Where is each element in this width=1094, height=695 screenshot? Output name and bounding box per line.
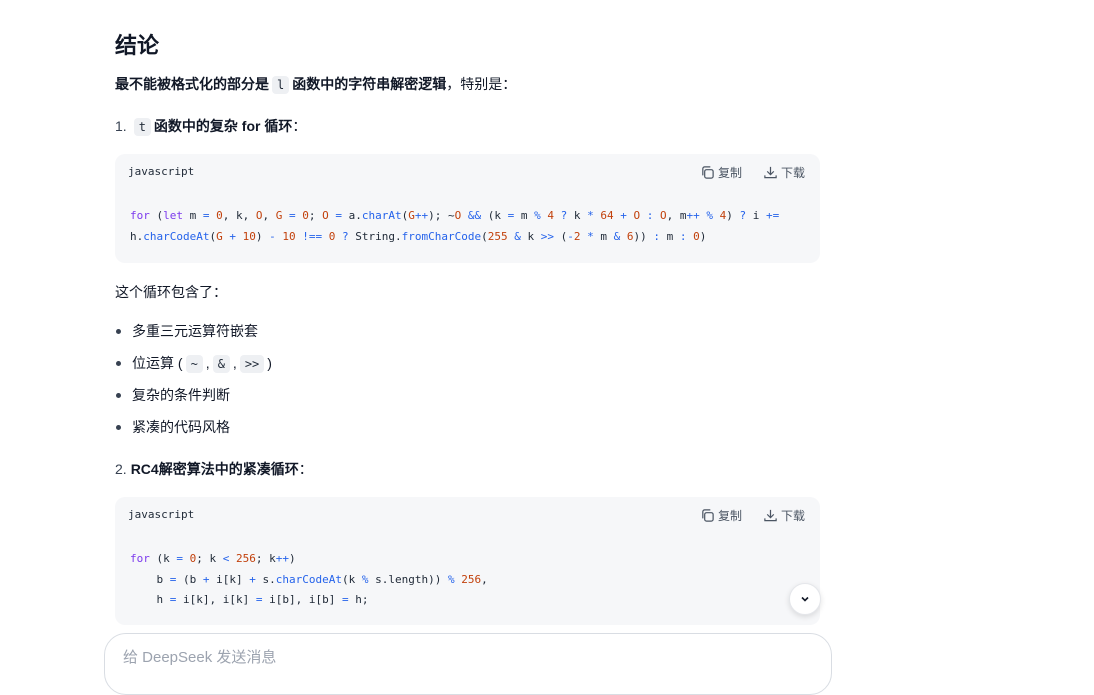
item-label: RC4解密算法中的紧凑循环 [130,461,299,477]
code-content: for (k = 0; k < 256; k++) b = (b + i[k] … [130,552,488,606]
item-colon: ： [292,118,307,134]
download-button[interactable]: 下载 [763,164,805,181]
code-language: javascript [128,165,195,178]
item-number: 2. [115,461,127,477]
lead-rest: ，特别是： [446,76,517,92]
code-header: javascript 复制 下载 [115,497,820,533]
inline-code: t [133,118,151,136]
ordered-item-2: 2. RC4解密算法中的紧凑循环： [115,459,313,479]
list-item: 复杂的条件判断 [115,383,272,415]
code-header: javascript 复制 下载 [115,154,820,190]
inline-code: >> [239,355,265,373]
copy-button[interactable]: 复制 [700,164,742,181]
lead-bold: 最不能被格式化的部分是 [115,76,269,92]
lead-bold-after: 函数中的字符串解密逻辑 [292,76,447,92]
section-heading: 结论 [115,33,160,58]
copy-label: 复制 [718,166,743,180]
download-icon [764,166,777,179]
message-input[interactable] [121,648,805,667]
list-item: 紧凑的代码风格 [115,415,272,447]
list-item: 位运算 (~, &, >>) [115,351,272,383]
item-number: 1. [115,118,127,134]
scroll-to-bottom-button[interactable] [789,583,821,615]
inline-code: & [212,355,230,373]
download-icon [764,509,777,522]
copy-icon [702,166,714,179]
code-block-2: javascript 复制 下载 for (k = 0; k < 256; k+… [115,497,820,625]
item-colon: ： [298,461,313,477]
download-button[interactable]: 下载 [763,507,805,524]
copy-button[interactable]: 复制 [700,507,742,524]
download-label: 下载 [781,166,806,180]
download-label: 下载 [781,509,806,523]
list-item-text: 位运算 ( [132,355,183,371]
lead-paragraph: 最不能被格式化的部分是 l 函数中的字符串解密逻辑，特别是： [115,74,516,94]
chevron-down-icon [801,596,809,602]
code-content: for (let m = 0, k, O, G = 0; O = a.charA… [130,209,780,243]
message-composer [104,633,832,695]
list-item: 多重三元运算符嵌套 [115,319,272,351]
item-label: 函数中的复杂 for 循环 [153,118,293,134]
inline-code: l [272,76,290,94]
paragraph: 这个循环包含了： [115,284,227,300]
copy-label: 复制 [718,509,743,523]
list-item-suffix: ) [267,355,272,371]
code-language: javascript [128,508,195,521]
copy-icon [702,509,714,522]
inline-code: ~ [185,355,203,373]
ordered-item-1: 1. t 函数中的复杂 for 循环： [115,116,306,136]
code-block-1: javascript 复制 下载 for (let m = 0, k, O, G… [115,154,820,263]
bullet-list: 多重三元运算符嵌套 位运算 (~, &, >>) 复杂的条件判断 紧凑的代码风格 [115,319,272,447]
